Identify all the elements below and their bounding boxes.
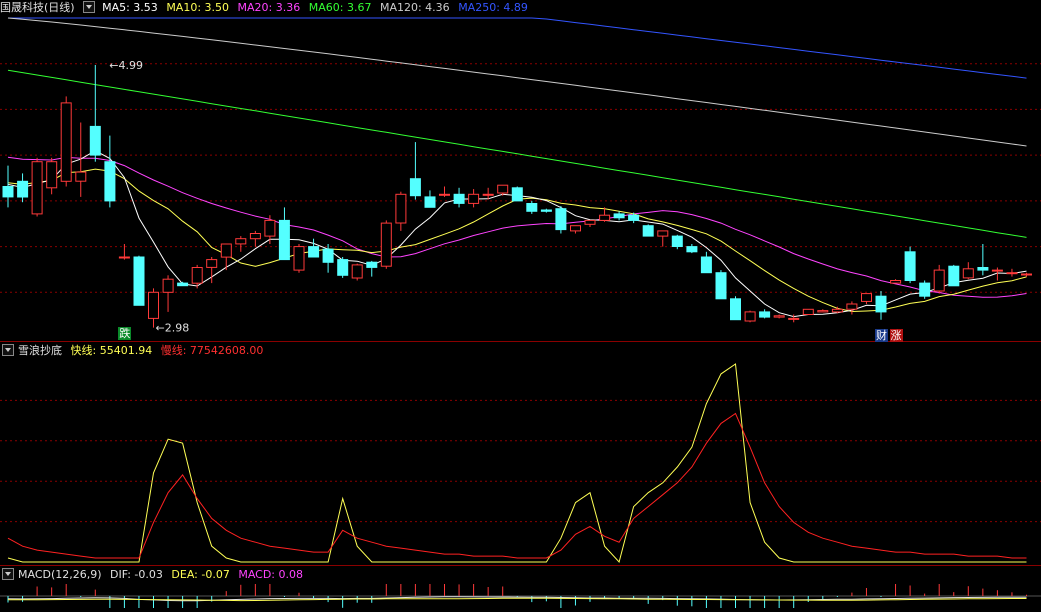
candle-down xyxy=(642,225,654,237)
candle-down xyxy=(759,311,771,318)
candle-up xyxy=(249,233,261,240)
candle-up xyxy=(235,238,247,245)
candle-up xyxy=(802,308,814,315)
candle-down xyxy=(904,251,916,282)
signal-cai-tag: 财 xyxy=(875,329,888,342)
candle-down xyxy=(919,282,931,297)
high-price-label: ←4.99 xyxy=(109,59,143,72)
signal-zhang-tag: 涨 xyxy=(889,329,903,342)
candle-down xyxy=(366,261,378,268)
candle-down xyxy=(540,209,552,212)
candle-up xyxy=(351,264,363,279)
candle-up xyxy=(60,102,72,182)
candle-up xyxy=(890,280,902,284)
candle-up xyxy=(657,230,669,237)
candle-up xyxy=(118,256,130,259)
candle-down xyxy=(177,282,189,287)
signal-die-tag: 跌 xyxy=(118,327,132,340)
candle-up xyxy=(482,193,494,196)
candle-up xyxy=(599,214,611,221)
candle-up xyxy=(46,161,58,189)
candle-down xyxy=(555,208,567,231)
candle-up xyxy=(497,184,509,194)
candle-down xyxy=(511,187,523,202)
candle-down xyxy=(17,180,29,198)
candle-up xyxy=(788,317,800,320)
ma120-line xyxy=(7,17,1027,147)
candle-down xyxy=(133,256,145,306)
candle-up xyxy=(220,243,232,258)
candle-down xyxy=(671,235,683,248)
ma60-line xyxy=(7,69,1027,238)
candle-up xyxy=(817,310,829,313)
ma20-line xyxy=(7,156,1027,298)
candle-up xyxy=(380,222,392,267)
candle-up xyxy=(75,171,87,182)
candle-up xyxy=(264,219,276,237)
candle-up xyxy=(584,219,596,225)
candle-down xyxy=(409,178,421,197)
candle-down xyxy=(730,298,741,321)
candle-down xyxy=(686,246,698,253)
fast-line xyxy=(7,363,1027,564)
candle-up xyxy=(570,225,581,232)
candle-down xyxy=(613,213,625,219)
candle-down xyxy=(278,219,290,261)
candle-up xyxy=(991,269,1003,272)
candle-up xyxy=(1021,273,1032,276)
candle-down xyxy=(948,265,960,287)
candle-up xyxy=(162,278,174,293)
candle-up xyxy=(148,291,159,319)
ma5-line xyxy=(7,150,1027,318)
candle-down xyxy=(715,272,727,300)
candle-up xyxy=(861,293,872,302)
chart-canvas[interactable]: ←4.99 ←2.98 xyxy=(0,0,1041,612)
candle-up xyxy=(468,193,480,204)
candle-up xyxy=(206,259,218,268)
candle-down xyxy=(104,161,116,202)
candle-up xyxy=(293,246,305,271)
candle-down xyxy=(424,196,436,208)
candle-up xyxy=(31,161,43,215)
candle-down xyxy=(526,203,538,212)
candle-up xyxy=(744,311,756,322)
candle-up xyxy=(191,267,203,284)
candle-down xyxy=(977,267,989,271)
candle-up xyxy=(962,268,974,279)
candle-up xyxy=(831,308,843,313)
candle-up xyxy=(439,193,450,196)
candle-down xyxy=(308,246,320,258)
candle-up xyxy=(1006,272,1018,275)
candle-down xyxy=(875,295,887,313)
candle-up xyxy=(846,303,858,310)
candle-up xyxy=(773,315,785,318)
ma250-line xyxy=(8,17,1027,79)
candle-down xyxy=(628,214,640,221)
candle-down xyxy=(700,256,712,274)
slow-line xyxy=(7,412,1027,559)
candle-down xyxy=(322,248,334,263)
candle-down xyxy=(337,259,349,276)
candle-down xyxy=(453,193,465,204)
candle-up xyxy=(395,193,407,224)
candle-down xyxy=(2,186,14,198)
candle-down xyxy=(89,125,101,156)
candle-up xyxy=(933,269,945,292)
low-price-label: ←2.98 xyxy=(156,322,190,335)
